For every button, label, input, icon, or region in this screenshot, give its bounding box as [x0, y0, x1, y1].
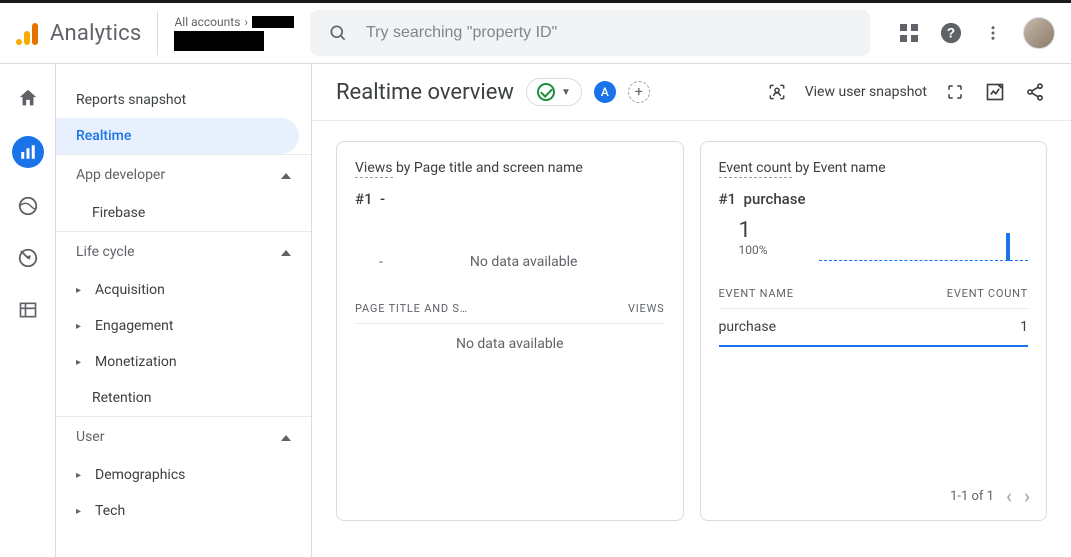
rail-explore-icon[interactable]: [14, 192, 42, 220]
table-header: PAGE TITLE AND S… VIEWS: [355, 294, 665, 324]
col-page-title: PAGE TITLE AND S…: [355, 302, 468, 315]
account-prefix: All accounts: [174, 15, 240, 29]
sidebar-item-snapshot[interactable]: Reports snapshot: [56, 82, 311, 118]
sidebar-item-demographics[interactable]: Demographics: [56, 457, 311, 493]
top-bar-actions: ?: [897, 17, 1055, 49]
redacted-account-name: [252, 16, 294, 28]
account-selector[interactable]: All accounts ›: [157, 11, 294, 55]
card-title: Views by Page title and screen name: [355, 160, 665, 176]
card-views-by-page: Views by Page title and screen name #1 -…: [336, 141, 684, 521]
user-snapshot-icon[interactable]: [765, 80, 789, 104]
add-comparison-button[interactable]: +: [628, 81, 650, 103]
sidebar-item-engagement[interactable]: Engagement: [56, 308, 311, 344]
page-title: Realtime overview: [336, 80, 514, 105]
top-bar: Analytics All accounts › ?: [0, 0, 1071, 64]
col-event-name: EVENT NAME: [719, 287, 794, 300]
sidebar-item-monetization[interactable]: Monetization: [56, 344, 311, 380]
content-area: Realtime overview ▼ A + View user snapsh…: [312, 64, 1071, 557]
card-dimension: by Page title and screen name: [393, 160, 583, 176]
chevron-up-icon: [281, 429, 291, 445]
chevron-down-icon: ▼: [561, 87, 571, 98]
content-header: Realtime overview ▼ A + View user snapsh…: [312, 64, 1071, 121]
sidebar-item-firebase[interactable]: Firebase: [56, 195, 311, 231]
share-icon[interactable]: [1023, 80, 1047, 104]
table-row[interactable]: purchase 1: [719, 309, 1029, 347]
chevron-up-icon: [281, 167, 291, 183]
sidebar-section-lifecycle[interactable]: Life cycle: [56, 231, 311, 272]
pager-prev-icon[interactable]: ‹: [1006, 484, 1012, 508]
product-name: Analytics: [50, 21, 141, 46]
view-user-snapshot-link[interactable]: View user snapshot: [805, 84, 927, 100]
apps-icon[interactable]: [897, 21, 921, 45]
account-breadcrumb: All accounts ›: [174, 15, 294, 29]
rail-reports-icon[interactable]: [12, 136, 44, 168]
sidebar-section-app-developer[interactable]: App developer: [56, 154, 311, 195]
more-icon[interactable]: [981, 21, 1005, 45]
pager-text: 1-1 of 1: [950, 489, 994, 504]
cell-event-name: purchase: [719, 319, 777, 335]
product-logo[interactable]: Analytics: [16, 21, 141, 46]
table-pager: 1-1 of 1 ‹ ›: [950, 484, 1030, 508]
fullscreen-icon[interactable]: [943, 80, 967, 104]
rail-advertising-icon[interactable]: [14, 244, 42, 272]
help-icon[interactable]: ?: [939, 21, 963, 45]
comparison-badge[interactable]: A: [594, 81, 616, 103]
card-dimension: by Event name: [792, 160, 886, 176]
sidebar-item-acquisition[interactable]: Acquisition: [56, 272, 311, 308]
sparkline-chart: [719, 221, 1029, 261]
analytics-logo-icon: [16, 21, 40, 45]
sidebar-item-retention[interactable]: Retention: [56, 380, 311, 416]
card-metric[interactable]: Views: [355, 160, 393, 178]
sidebar-section-label: App developer: [76, 167, 165, 183]
rail-home-icon[interactable]: [14, 84, 42, 112]
sidebar-section-label: User: [76, 429, 104, 445]
customize-report-icon[interactable]: [983, 80, 1007, 104]
card-title: Event count by Event name: [719, 160, 1029, 176]
rank-summary: #1 -: [355, 190, 665, 208]
rail-configure-icon[interactable]: [14, 296, 42, 324]
sidebar-item-tech[interactable]: Tech: [56, 493, 311, 529]
rank-summary: #1 purchase: [719, 190, 1029, 208]
redacted-property-name: [174, 31, 264, 51]
card-event-count: Event count by Event name #1 purchase 1 …: [700, 141, 1048, 521]
nav-rail: [0, 64, 56, 557]
col-event-count: EVENT COUNT: [947, 287, 1028, 300]
sidebar-section-label: Life cycle: [76, 244, 135, 260]
pager-next-icon[interactable]: ›: [1024, 484, 1030, 508]
col-views: VIEWS: [628, 302, 665, 315]
user-avatar[interactable]: [1023, 17, 1055, 49]
card-metric[interactable]: Event count: [719, 160, 792, 178]
table-header: EVENT NAME EVENT COUNT: [719, 279, 1029, 309]
cell-event-count: 1: [1020, 319, 1028, 335]
chevron-up-icon: [281, 244, 291, 260]
search-icon: [326, 21, 350, 45]
search-input[interactable]: [366, 24, 854, 42]
chart-nodata: No data available: [383, 242, 665, 282]
status-dropdown[interactable]: ▼: [526, 78, 582, 106]
svg-text:?: ?: [947, 26, 955, 41]
sidebar-item-realtime[interactable]: Realtime: [56, 118, 299, 154]
search-bar[interactable]: [310, 10, 870, 56]
sidebar-section-user[interactable]: User: [56, 416, 311, 457]
check-circle-icon: [537, 83, 555, 101]
table-nodata: No data available: [355, 324, 665, 364]
sidebar: Reports snapshot Realtime App developer …: [56, 64, 312, 557]
